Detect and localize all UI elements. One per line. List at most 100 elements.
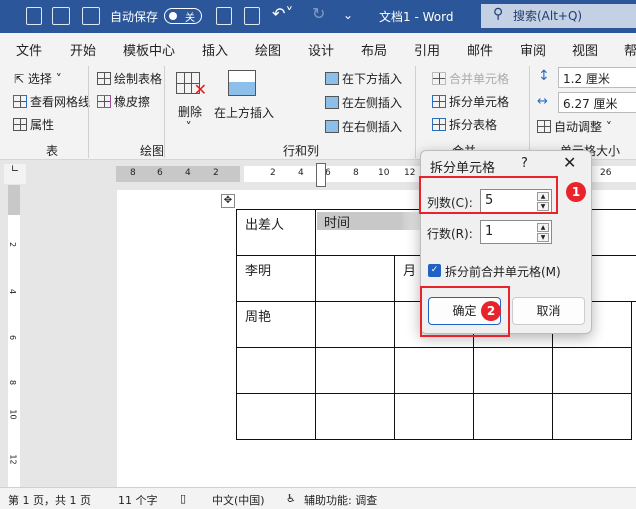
tab-references[interactable]: 引用 <box>414 40 440 59</box>
split-table-button[interactable]: 拆分表格 <box>432 116 497 133</box>
save-icon[interactable] <box>216 7 232 25</box>
print-preview-icon[interactable] <box>244 7 260 25</box>
customize-toolbar-icon[interactable]: ⌄ <box>343 8 353 22</box>
autofit-button[interactable]: 自动调整 ˅ <box>537 118 612 135</box>
split-table-icon <box>432 118 446 131</box>
table-cell[interactable] <box>473 347 553 394</box>
accessibility-icon: ♿ <box>286 492 296 505</box>
column-width-icon: ↔ <box>537 94 548 109</box>
properties-icon <box>13 118 27 131</box>
ruler-tick: 12 <box>8 454 18 465</box>
table-cell[interactable]: 出差人 <box>236 209 316 256</box>
tab-templates[interactable]: 模板中心 <box>123 40 175 59</box>
table-cell[interactable] <box>552 393 632 440</box>
tab-review[interactable]: 审阅 <box>520 40 546 59</box>
ruler-tick: 4 <box>8 288 18 295</box>
insert-below-icon <box>325 72 339 85</box>
window-title: 文档1 - Word <box>379 10 454 24</box>
insert-right-button[interactable]: 在右侧插入 <box>325 118 402 135</box>
insert-above-button[interactable]: 在上方插入 <box>214 104 274 121</box>
table-cell[interactable]: 李明 <box>236 255 316 302</box>
insert-left-icon <box>325 96 339 109</box>
table-cell[interactable] <box>236 393 316 440</box>
tab-help[interactable]: 帮 <box>624 40 636 59</box>
ruler-tick: 8 <box>353 168 359 178</box>
menu-bar: 文件 开始 模板中心 插入 绘图 设计 布局 引用 邮件 审阅 视图 帮 <box>0 33 636 62</box>
table-cell[interactable]: 周艳 <box>236 301 316 348</box>
table-cell[interactable] <box>315 301 395 348</box>
eraser-button[interactable]: 橡皮擦 <box>97 93 150 110</box>
tab-home[interactable]: 开始 <box>70 40 96 59</box>
ruler-tick: 8 <box>8 379 18 386</box>
select-button[interactable]: ⇱ 选择 ˅ <box>14 70 62 87</box>
table-move-handle-icon[interactable]: ✥ <box>221 194 235 208</box>
column-width-input[interactable]: 6.27 厘米 <box>558 92 636 113</box>
group-label-rows-cols: 行和列 <box>283 144 320 158</box>
divider <box>529 66 530 158</box>
cursor-icon: ⇱ <box>14 72 28 86</box>
ruler-tick: 8 <box>130 168 136 178</box>
ruler-tick: 6 <box>8 334 18 341</box>
word-count[interactable]: 11 个字 <box>118 492 158 508</box>
table-cell[interactable] <box>473 393 553 440</box>
search-box[interactable]: ⚲ 搜索(Alt+Q) <box>481 4 636 28</box>
tab-design[interactable]: 设计 <box>308 40 334 59</box>
merge-before-checkbox[interactable]: ✓ <box>428 264 441 277</box>
properties-button[interactable]: 属性 <box>13 116 54 133</box>
draw-table-button[interactable]: 绘制表格 <box>97 70 162 87</box>
open-folder-icon[interactable] <box>52 7 70 25</box>
insert-left-button[interactable]: 在左侧插入 <box>325 94 402 111</box>
mail-icon[interactable] <box>82 7 100 25</box>
table-cell[interactable] <box>315 393 395 440</box>
new-document-icon[interactable] <box>26 7 42 25</box>
indent-marker[interactable] <box>316 163 326 187</box>
close-icon[interactable]: ✕ <box>563 153 576 172</box>
tab-insert[interactable]: 插入 <box>202 40 228 59</box>
merge-cells-button: 合并单元格 <box>432 70 509 87</box>
spin-down-icon[interactable]: ▼ <box>537 233 549 242</box>
divider <box>88 66 89 158</box>
split-cells-button[interactable]: 拆分单元格 <box>432 93 509 110</box>
help-button[interactable]: ? <box>521 156 528 171</box>
table-cell[interactable] <box>394 393 474 440</box>
redo-icon[interactable]: ↻ <box>312 4 325 23</box>
merge-before-label: 拆分前合并单元格(M) <box>445 265 561 279</box>
table-cell[interactable] <box>236 347 316 394</box>
table-cell[interactable] <box>315 255 395 302</box>
row-height-icon: ↕ <box>538 68 550 84</box>
accessibility-status[interactable]: 辅助功能: 调查 <box>304 492 377 508</box>
autofit-icon <box>537 120 551 133</box>
ruler-tick: 4 <box>185 168 191 178</box>
rows-input[interactable]: 1 ▲ ▼ <box>480 220 552 244</box>
spin-up-icon[interactable]: ▲ <box>537 223 549 232</box>
table-cell[interactable] <box>394 347 474 394</box>
table-cell[interactable] <box>315 347 395 394</box>
cancel-button[interactable]: 取消 <box>512 297 585 325</box>
step-badge: 1 <box>566 182 586 202</box>
language[interactable]: 中文(中国) <box>212 492 265 508</box>
dialog-title: 拆分单元格 <box>430 161 496 176</box>
merge-cells-icon <box>432 72 446 85</box>
tab-layout[interactable]: 布局 <box>361 40 387 59</box>
proofing-icon[interactable]: ▯ <box>180 492 186 505</box>
ruler-tick: 6 <box>157 168 163 178</box>
draw-table-icon <box>97 72 111 85</box>
row-height-input[interactable]: 1.2 厘米 <box>558 67 636 88</box>
split-cells-icon <box>432 95 446 108</box>
tab-draw[interactable]: 绘图 <box>255 40 281 59</box>
rows-label: 行数(R): <box>427 227 473 241</box>
view-gridlines-button[interactable]: 查看网格线 <box>13 93 90 110</box>
tab-file[interactable]: 文件 <box>16 40 42 59</box>
tab-mailings[interactable]: 邮件 <box>467 40 493 59</box>
tab-view[interactable]: 视图 <box>572 40 598 59</box>
table-cell[interactable] <box>552 347 632 394</box>
tab-selector[interactable]: ∟ <box>4 164 26 184</box>
grid-icon <box>13 95 27 108</box>
delete-button[interactable]: 删除 ˅ <box>178 103 202 134</box>
ruler-tick: 2 <box>270 168 276 178</box>
undo-icon[interactable]: ↶˅ <box>272 4 293 23</box>
page-count[interactable]: 第 1 页，共 1 页 <box>8 492 91 508</box>
insert-right-icon <box>325 120 339 133</box>
insert-below-button[interactable]: 在下方插入 <box>325 70 402 87</box>
autosave-toggle[interactable]: 关 <box>164 8 202 24</box>
